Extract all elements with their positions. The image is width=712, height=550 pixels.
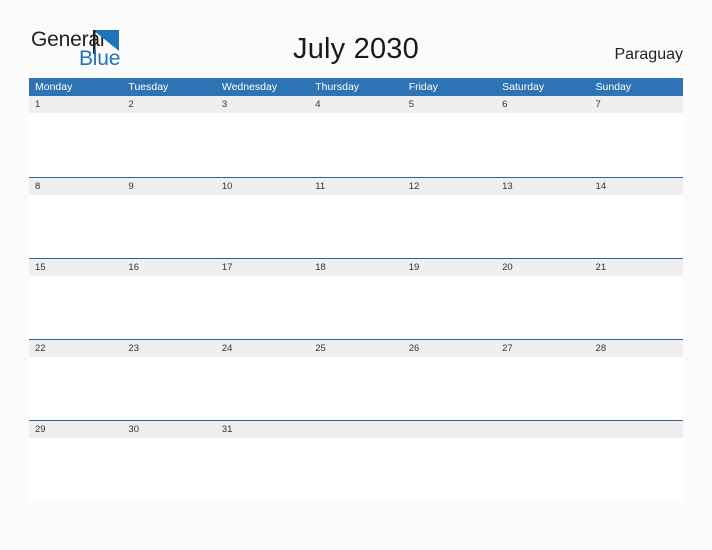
country-label: Paraguay [614,46,684,63]
weekday-header-saturday: Saturday [502,81,545,93]
week-event-area[interactable] [29,195,683,257]
week-event-area[interactable] [29,276,683,338]
day-cell[interactable]: 30 [122,421,215,438]
week-row: 22 23 24 25 26 27 28 [29,339,683,420]
day-cell-empty [590,421,683,438]
day-cell[interactable]: 24 [216,340,309,357]
day-cell[interactable]: 20 [496,259,589,276]
week-row: 15 16 17 18 19 20 21 [29,258,683,339]
day-cell[interactable]: 8 [29,178,122,195]
day-cell[interactable]: 2 [122,96,215,113]
day-cell[interactable]: 6 [496,96,589,113]
day-cell[interactable]: 25 [309,340,402,357]
week-day-number-band: 8 9 10 11 12 13 14 [29,178,683,195]
day-cell[interactable]: 12 [403,178,496,195]
day-cell[interactable]: 18 [309,259,402,276]
calendar-page: General Blue July 2030 Paraguay Monday T… [0,0,712,550]
day-cell[interactable]: 1 [29,96,122,113]
day-cell[interactable]: 16 [122,259,215,276]
day-cell[interactable]: 31 [216,421,309,438]
day-cell-empty [309,421,402,438]
week-day-number-band: 22 23 24 25 26 27 28 [29,340,683,357]
calendar-grid: Monday Tuesday Wednesday Thursday Friday… [29,78,683,501]
day-cell-empty [496,421,589,438]
weekday-header-friday: Friday [408,81,438,93]
day-cell[interactable]: 5 [403,96,496,113]
page-title: July 2030 [293,33,419,65]
day-cell[interactable]: 17 [216,259,309,276]
day-cell[interactable]: 27 [496,340,589,357]
day-cell[interactable]: 10 [216,178,309,195]
day-cell-empty [403,421,496,438]
day-cell[interactable]: 14 [590,178,683,195]
day-cell[interactable]: 3 [216,96,309,113]
weekday-header-sunday: Sunday [595,81,632,93]
day-cell[interactable]: 26 [403,340,496,357]
week-row: 1 2 3 4 5 6 7 [29,96,683,177]
week-event-area[interactable] [29,113,683,175]
weekday-header-thursday: Thursday [315,81,360,93]
weekday-header-tuesday: Tuesday [128,81,169,93]
weekday-header-monday: Monday [35,81,73,93]
day-cell[interactable]: 23 [122,340,215,357]
day-cell[interactable]: 7 [590,96,683,113]
day-cell[interactable]: 22 [29,340,122,357]
week-event-area[interactable] [29,357,683,419]
weekday-header-row: Monday Tuesday Wednesday Thursday Friday… [29,78,683,96]
week-event-area[interactable] [29,438,683,500]
day-cell[interactable]: 28 [590,340,683,357]
page-header: General Blue July 2030 Paraguay [0,0,712,78]
day-cell[interactable]: 9 [122,178,215,195]
week-row: 8 9 10 11 12 13 14 [29,177,683,258]
week-day-number-band: 1 2 3 4 5 6 7 [29,96,683,113]
day-cell[interactable]: 13 [496,178,589,195]
weekday-header-wednesday: Wednesday [221,81,278,93]
day-cell[interactable]: 29 [29,421,122,438]
day-cell[interactable]: 15 [29,259,122,276]
week-day-number-band: 15 16 17 18 19 20 21 [29,259,683,276]
day-cell[interactable]: 4 [309,96,402,113]
day-cell[interactable]: 11 [309,178,402,195]
day-cell[interactable]: 21 [590,259,683,276]
week-day-number-band: 29 30 31 [29,421,683,438]
day-cell[interactable]: 19 [403,259,496,276]
week-row: 29 30 31 [29,420,683,501]
